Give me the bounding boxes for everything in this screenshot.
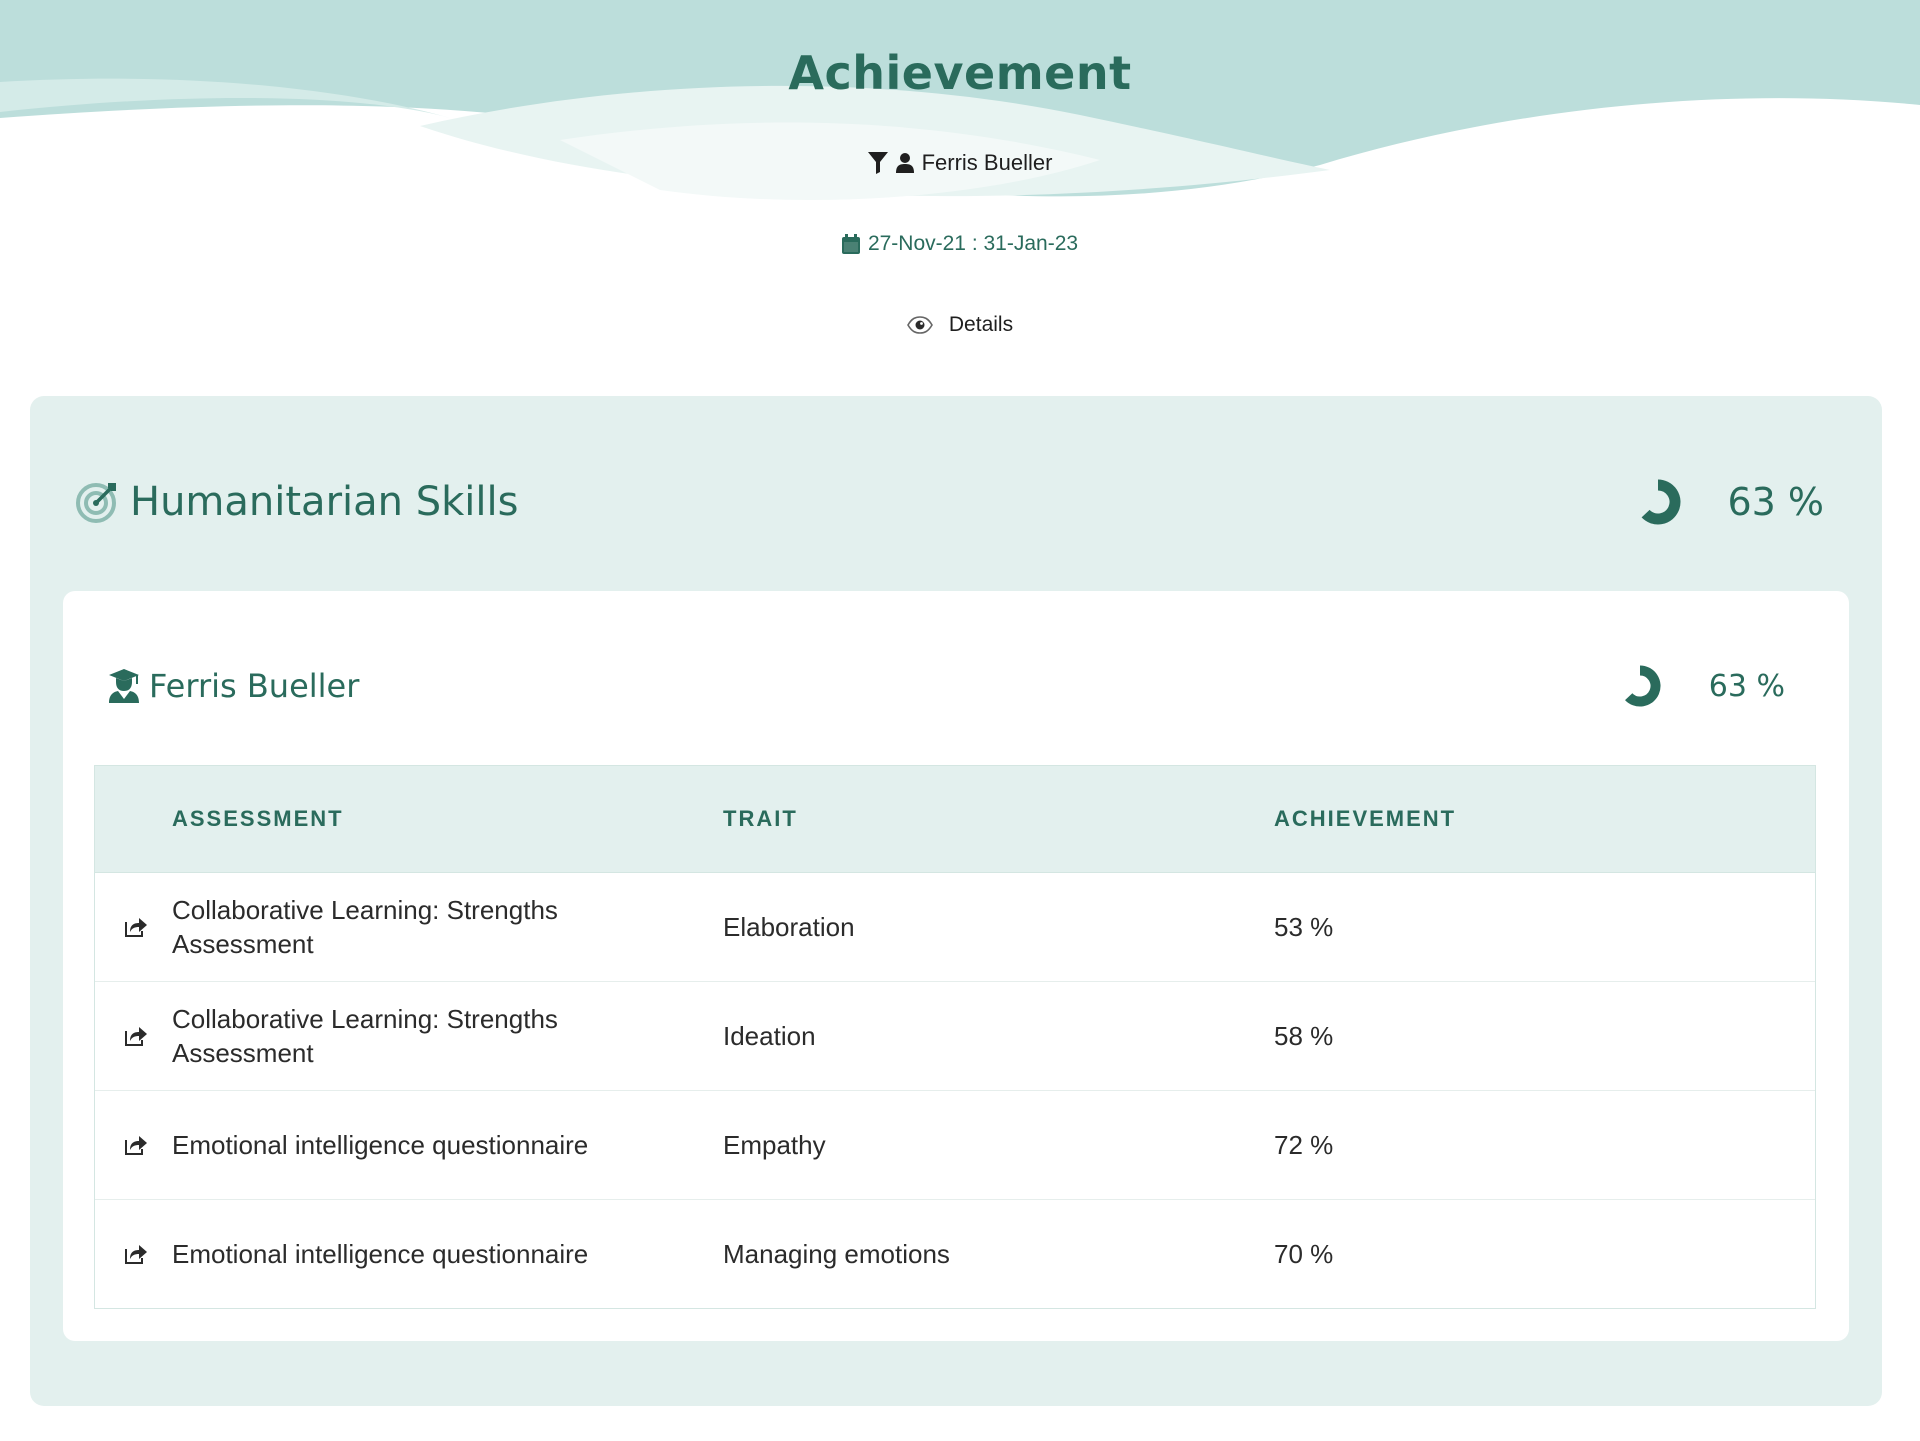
table-row: Emotional intelligence questionnaire Mana… [95,1200,1815,1308]
header-wave [0,0,1920,200]
cell-achievement: 70 % [1274,1238,1334,1269]
share-icon[interactable] [124,1243,148,1265]
cell-assessment: Collaborative Learning: Strengths Assess… [172,895,558,959]
share-icon[interactable] [124,1025,148,1047]
cell-trait: Ideation [723,1020,816,1051]
graduate-icon [109,669,139,703]
section-percent: 63 % [1727,480,1824,524]
cell-assessment: Collaborative Learning: Strengths Assess… [172,1004,558,1068]
date-range[interactable]: 27-Nov-21 : 31-Jan-23 [0,232,1920,256]
page-title: Achievement [788,46,1132,100]
cell-achievement: 72 % [1274,1129,1334,1160]
table-body: Collaborative Learning: Strengths Assess… [95,873,1815,1308]
student-progress-ring [1619,665,1661,707]
header-achievement: ACHIEVEMENT [1274,806,1457,831]
table-row: Emotional intelligence questionnaire Empa… [95,1091,1815,1200]
filter-icon [867,152,888,174]
header-trait: TRAIT [723,806,798,831]
filter-user-name: Ferris Bueller [921,150,1053,175]
calendar-icon [841,234,860,254]
student-name: Ferris Bueller [149,667,360,705]
student-card: Ferris Bueller 63 % ASSESSMENT TRAIT ACH… [63,591,1849,1341]
student-percent: 63 % [1708,668,1785,704]
section-progress-ring [1635,479,1681,525]
skill-section: Humanitarian Skills 63 % Ferris Bueller … [30,396,1882,1406]
cell-trait: Elaboration [723,911,855,942]
share-icon[interactable] [124,916,148,938]
cell-trait: Empathy [723,1129,826,1160]
target-arrow-icon [76,481,118,523]
filter-summary[interactable]: Ferris Bueller [0,150,1920,176]
table-row: Collaborative Learning: Strengths Assess… [95,982,1815,1091]
skill-section-title: Humanitarian Skills [130,479,519,525]
eye-icon [906,316,933,334]
details-label: Details [948,313,1014,336]
details-button[interactable]: Details [0,313,1920,337]
skill-section-header: Humanitarian Skills 63 % [76,474,1824,530]
table-row: Collaborative Learning: Strengths Assess… [95,873,1815,982]
achievement-table: ASSESSMENT TRAIT ACHIEVEMENT Collaborati… [94,765,1816,1309]
date-range-text: 27-Nov-21 : 31-Jan-23 [867,232,1079,255]
table-header: ASSESSMENT TRAIT ACHIEVEMENT [95,766,1815,873]
cell-achievement: 53 % [1274,911,1334,942]
cell-achievement: 58 % [1274,1020,1334,1051]
cell-assessment: Emotional intelligence questionnaire [172,1239,589,1269]
user-icon [895,153,914,173]
achievement-page: Achievement Ferris Bueller 27-Nov-21 : 3… [0,0,1920,1441]
header-assessment: ASSESSMENT [172,806,344,831]
student-card-header: Ferris Bueller 63 % [109,661,1785,711]
cell-assessment: Emotional intelligence questionnaire [172,1130,589,1160]
share-icon[interactable] [124,1134,148,1156]
cell-trait: Managing emotions [723,1238,950,1269]
